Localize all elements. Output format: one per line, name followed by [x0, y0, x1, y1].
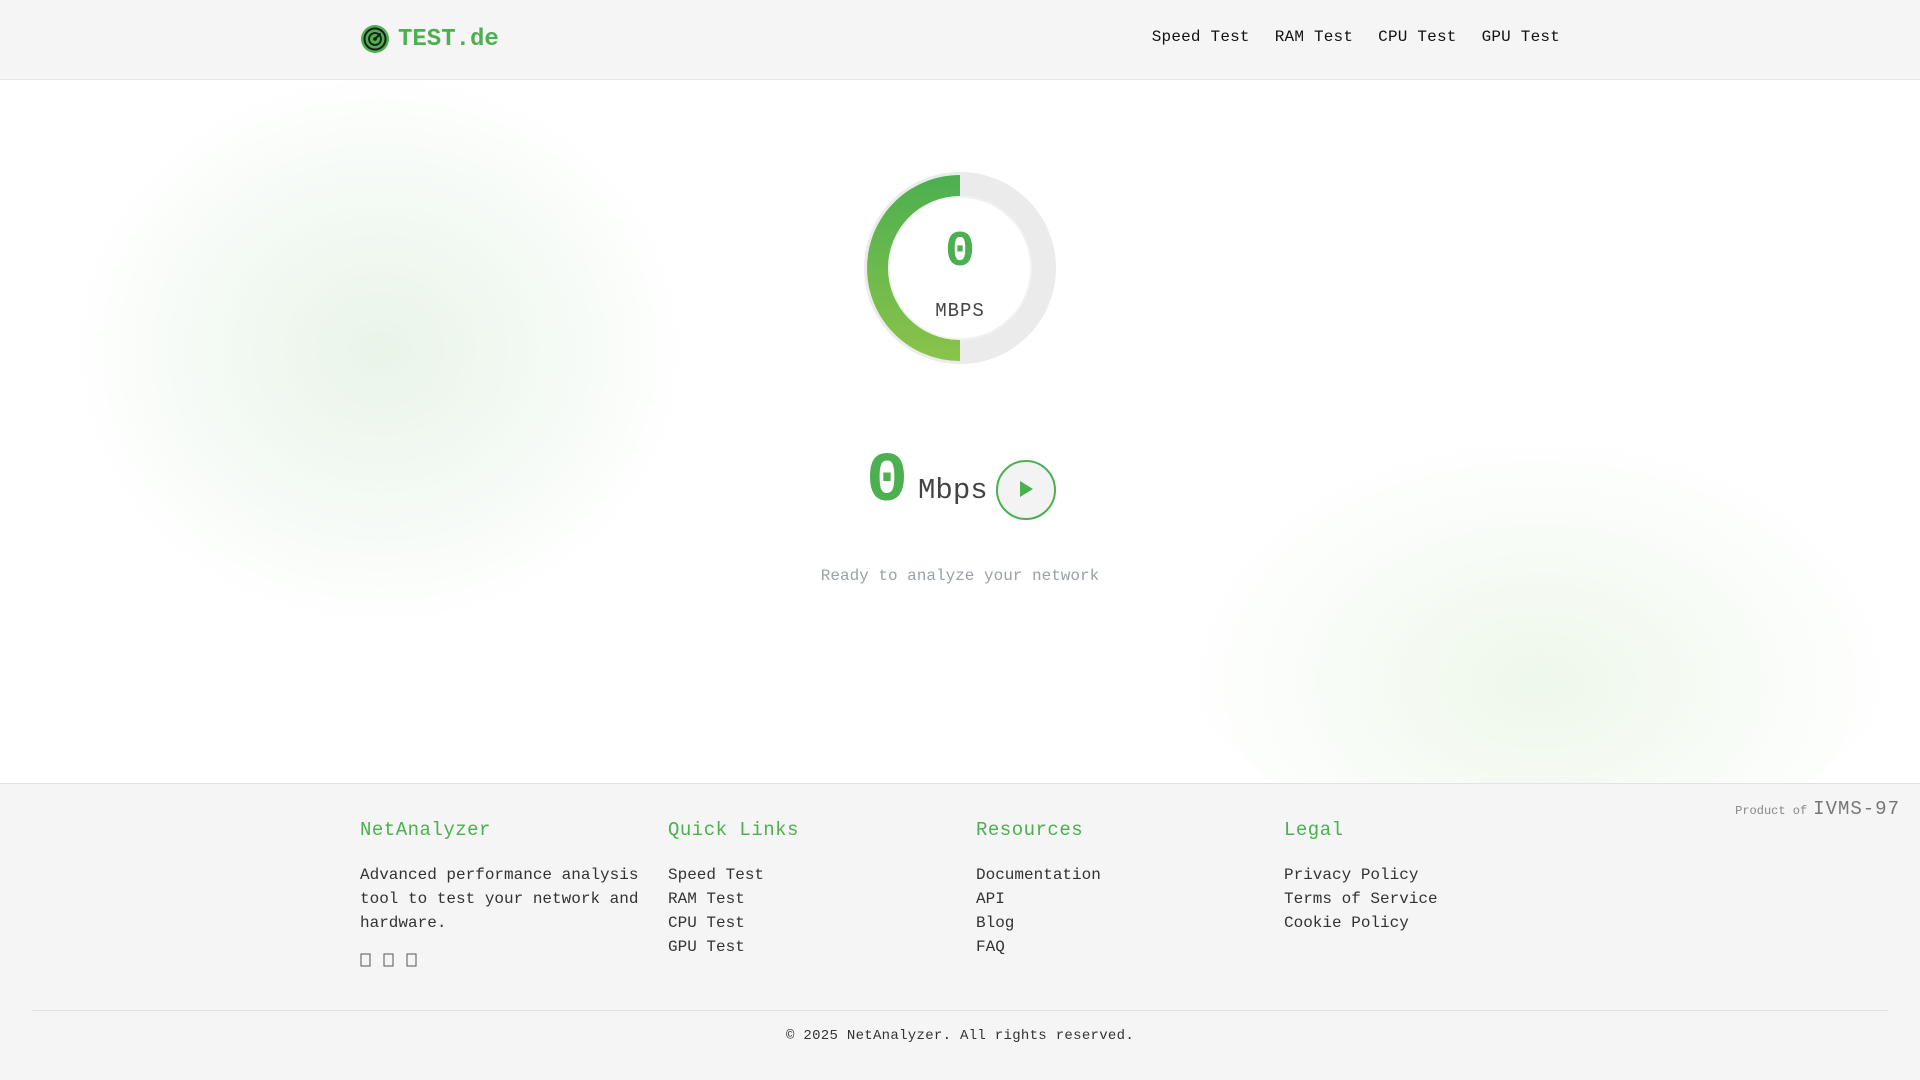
- nav-speed-test[interactable]: Speed Test: [1152, 28, 1250, 46]
- site-header: TEST.de Speed Test RAM Test CPU Test GPU…: [0, 0, 1920, 80]
- gauge-unit: MBPS: [935, 300, 985, 322]
- footer-link-cookie-policy[interactable]: Cookie Policy: [1284, 914, 1409, 932]
- footer-link-cpu-test[interactable]: CPU Test: [668, 914, 745, 932]
- speed-readout: 0 Mbps: [866, 438, 1056, 528]
- footer-link-documentation[interactable]: Documentation: [976, 866, 1101, 884]
- speed-gauge: 0 MBPS: [860, 168, 1060, 368]
- start-test-button[interactable]: [995, 460, 1056, 520]
- footer-quick-links-title: Quick Links: [668, 819, 799, 841]
- footer-link-ram-test[interactable]: RAM Test: [668, 890, 745, 908]
- footer-legal: Legal Privacy Policy Terms of Service Co…: [1284, 819, 1574, 935]
- speedometer-icon: [360, 24, 390, 54]
- logo-text: TEST.de: [398, 25, 499, 53]
- footer-brand-description: Advanced performance analysis tool to te…: [360, 866, 639, 932]
- social-icon-2[interactable]: [383, 953, 394, 967]
- footer-quick-links: Quick Links Speed Test RAM Test CPU Test…: [668, 819, 958, 959]
- social-links: [360, 953, 650, 967]
- status-text: Ready to analyze your network: [820, 567, 1100, 585]
- footer-link-gpu-test[interactable]: GPU Test: [668, 938, 745, 956]
- nav-cpu-test[interactable]: CPU Test: [1378, 28, 1456, 46]
- footer-resources-title: Resources: [976, 819, 1084, 841]
- nav-ram-test[interactable]: RAM Test: [1275, 28, 1353, 46]
- footer-link-terms-of-service[interactable]: Terms of Service: [1284, 890, 1438, 908]
- background-glow-left: [70, 70, 690, 630]
- copyright-text: © 2025 NetAnalyzer. All rights reserved.: [785, 1028, 1135, 1044]
- footer-resources: Resources Documentation API Blog FAQ: [976, 819, 1266, 959]
- product-prefix: Product of: [1735, 804, 1808, 818]
- play-icon: [1017, 479, 1035, 502]
- speed-unit: Mbps: [918, 473, 988, 507]
- social-icon-3[interactable]: [406, 953, 417, 967]
- site-footer: Product of IVMS-97 NetAnalyzer Advanced …: [0, 783, 1920, 1080]
- footer-brand-title: NetAnalyzer: [360, 819, 491, 841]
- gauge-value: 0: [944, 224, 975, 281]
- footer-link-api[interactable]: API: [976, 890, 1005, 908]
- footer-link-speed-test[interactable]: Speed Test: [668, 866, 764, 884]
- footer-legal-title: Legal: [1284, 819, 1344, 841]
- product-name: IVMS-97: [1813, 798, 1900, 820]
- footer-divider: [32, 1010, 1888, 1011]
- logo-link[interactable]: TEST.de: [360, 24, 499, 54]
- footer-link-blog[interactable]: Blog: [976, 914, 1014, 932]
- speed-value: 0: [866, 443, 909, 522]
- nav-gpu-test[interactable]: GPU Test: [1482, 28, 1560, 46]
- footer-link-faq[interactable]: FAQ: [976, 938, 1005, 956]
- social-icon-1[interactable]: [360, 953, 371, 967]
- footer-link-privacy-policy[interactable]: Privacy Policy: [1284, 866, 1418, 884]
- main-nav: Speed Test RAM Test CPU Test GPU Test: [1152, 28, 1560, 46]
- product-tag: Product of IVMS-97: [1735, 798, 1900, 820]
- footer-brand: NetAnalyzer Advanced performance analysi…: [360, 819, 650, 967]
